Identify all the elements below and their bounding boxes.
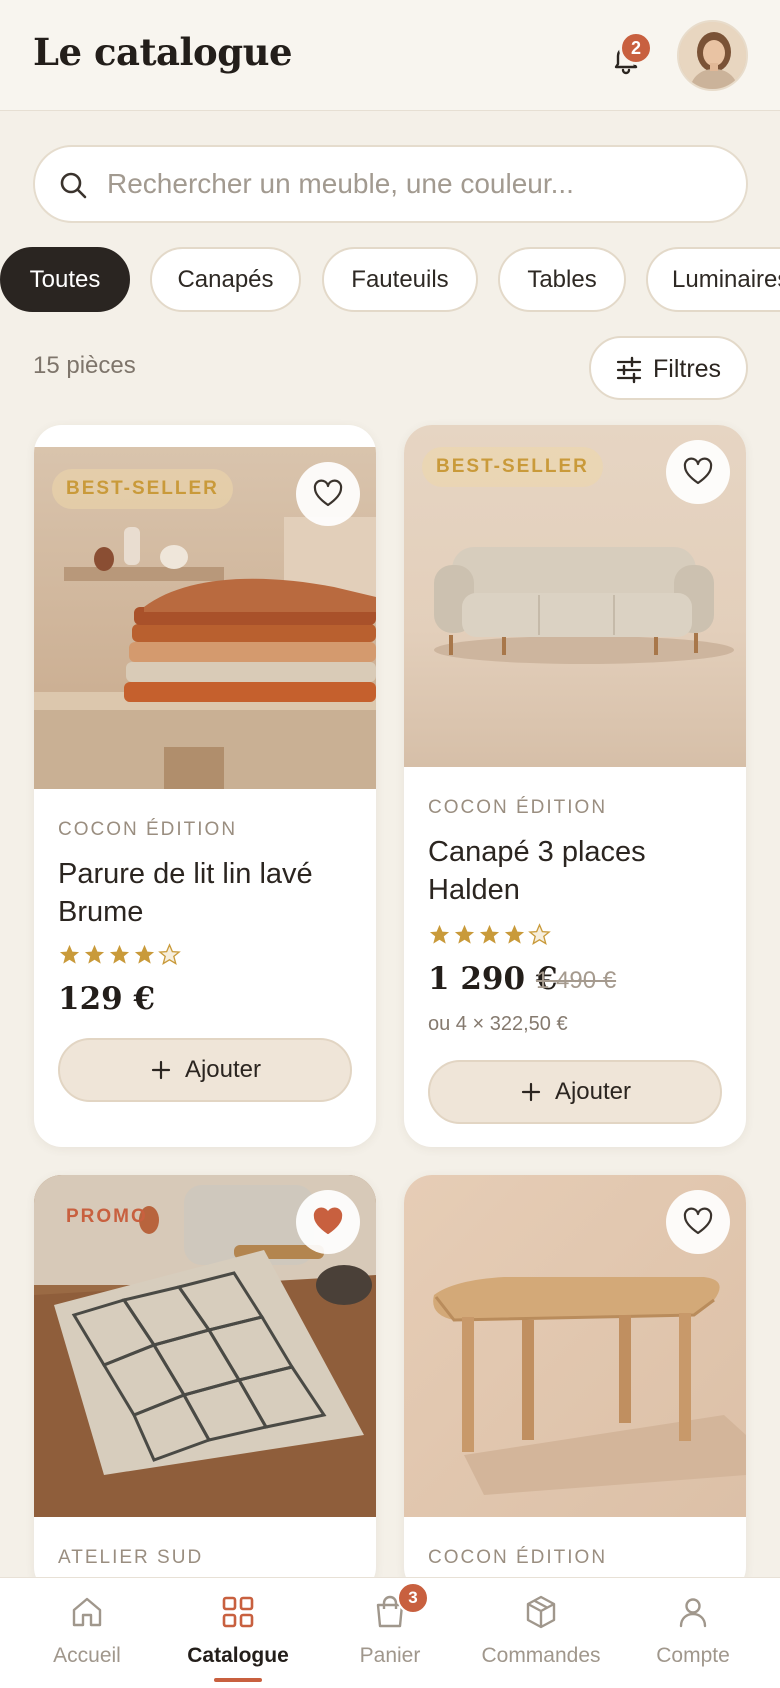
- nav-commandes[interactable]: Commandes: [466, 1578, 616, 1688]
- chip-fauteuils[interactable]: Fauteuils: [322, 247, 478, 312]
- active-indicator: [214, 1678, 262, 1682]
- installment-info: ou 4 × 322,50 €: [428, 1013, 568, 1035]
- star-filled-icon: [84, 944, 105, 964]
- heart-icon: [683, 1207, 713, 1235]
- product-image-sofa[interactable]: BEST-SELLER: [404, 425, 746, 767]
- search-input[interactable]: [107, 147, 727, 221]
- notification-badge: 2: [619, 31, 653, 65]
- chip-tables[interactable]: Tables: [498, 247, 626, 312]
- rating-stars: [58, 943, 181, 969]
- nav-label: Commandes: [481, 1644, 601, 1667]
- star-empty-icon: [158, 943, 181, 966]
- nav-label: Compte: [656, 1644, 730, 1667]
- add-to-cart-button[interactable]: Ajouter: [428, 1060, 722, 1124]
- badge-best-seller: BEST-SELLER: [52, 469, 233, 509]
- favorite-button[interactable]: [666, 1190, 730, 1254]
- plus-icon: [151, 1060, 171, 1080]
- product-image-bedding[interactable]: BEST-SELLER: [34, 447, 376, 789]
- category-chips: Toutes Canapés Fauteuils Tables Luminair…: [0, 247, 780, 313]
- star-filled-icon: [504, 924, 525, 944]
- chip-toutes[interactable]: Toutes: [0, 247, 130, 312]
- product-brand: ATELIER SUD: [58, 1547, 204, 1568]
- product-card[interactable]: BEST-SELLER COCON ÉDITION Canapé 3 place…: [404, 425, 746, 1147]
- box-icon: [526, 1595, 556, 1629]
- add-button-label: Ajouter: [554, 1078, 632, 1105]
- nav-compte[interactable]: Compte: [618, 1578, 768, 1688]
- add-button-label: Ajouter: [184, 1056, 262, 1083]
- product-name[interactable]: Parure de lit lin lavé Brume: [58, 855, 358, 931]
- app-header: Le catalogue 2: [0, 0, 780, 111]
- product-card[interactable]: PROMO ATELIER SUD: [34, 1175, 376, 1595]
- product-price: 129 €: [58, 981, 156, 1017]
- product-brand: COCON ÉDITION: [428, 797, 608, 818]
- search-bar[interactable]: [33, 145, 748, 223]
- user-icon: [679, 1598, 707, 1628]
- star-filled-icon: [454, 924, 475, 944]
- star-filled-icon: [109, 944, 130, 964]
- product-name[interactable]: Canapé 3 places Halden: [428, 833, 728, 909]
- product-old-price: 1 490 €: [536, 967, 617, 994]
- nav-accueil[interactable]: Accueil: [12, 1578, 162, 1688]
- cart-badge: 3: [397, 1582, 429, 1614]
- product-brand: COCON ÉDITION: [58, 819, 238, 840]
- product-brand: COCON ÉDITION: [428, 1547, 608, 1568]
- add-to-cart-button[interactable]: Ajouter: [58, 1038, 352, 1102]
- nav-label: Catalogue: [187, 1644, 289, 1667]
- heart-filled-icon: [313, 1207, 343, 1235]
- nav-panier[interactable]: 3 Panier: [315, 1578, 465, 1688]
- sliders-icon: [616, 356, 642, 384]
- grid-icon: [222, 1596, 254, 1628]
- chip-canapes[interactable]: Canapés: [150, 247, 301, 312]
- nav-label: Accueil: [53, 1644, 121, 1667]
- avatar[interactable]: [677, 20, 748, 91]
- product-card[interactable]: BEST-SELLER COCON ÉDITION Parure de lit …: [34, 425, 376, 1147]
- filter-label: Filtres: [653, 355, 722, 383]
- heart-icon: [683, 457, 713, 485]
- heart-icon: [313, 479, 343, 507]
- star-filled-icon: [59, 944, 80, 964]
- avatar-portrait: [679, 22, 746, 89]
- product-image-table[interactable]: [404, 1175, 746, 1517]
- search-icon: [60, 172, 87, 199]
- rating-stars: [428, 923, 551, 949]
- chip-luminaires[interactable]: Luminaires: [646, 247, 780, 312]
- star-filled-icon: [429, 924, 450, 944]
- badge-promo: PROMO: [66, 1206, 148, 1227]
- bottom-navigation: Accueil Catalogue 3 Panier Commandes Com…: [0, 1577, 780, 1688]
- results-count: 15 pièces: [33, 352, 136, 379]
- nav-catalogue[interactable]: Catalogue: [163, 1578, 313, 1688]
- star-filled-icon: [479, 924, 500, 944]
- nav-label: Panier: [359, 1644, 421, 1667]
- star-filled-icon: [134, 944, 155, 964]
- favorite-button[interactable]: [296, 462, 360, 526]
- page-title: Le catalogue: [33, 30, 293, 74]
- filter-button[interactable]: Filtres: [589, 336, 748, 400]
- plus-icon: [521, 1082, 541, 1102]
- favorite-button[interactable]: [296, 1190, 360, 1254]
- badge-best-seller: BEST-SELLER: [422, 447, 603, 487]
- home-icon: [72, 1597, 102, 1627]
- favorite-button[interactable]: [666, 440, 730, 504]
- star-empty-icon: [528, 923, 551, 946]
- product-card[interactable]: COCON ÉDITION: [404, 1175, 746, 1595]
- product-image-rug[interactable]: PROMO: [34, 1175, 376, 1517]
